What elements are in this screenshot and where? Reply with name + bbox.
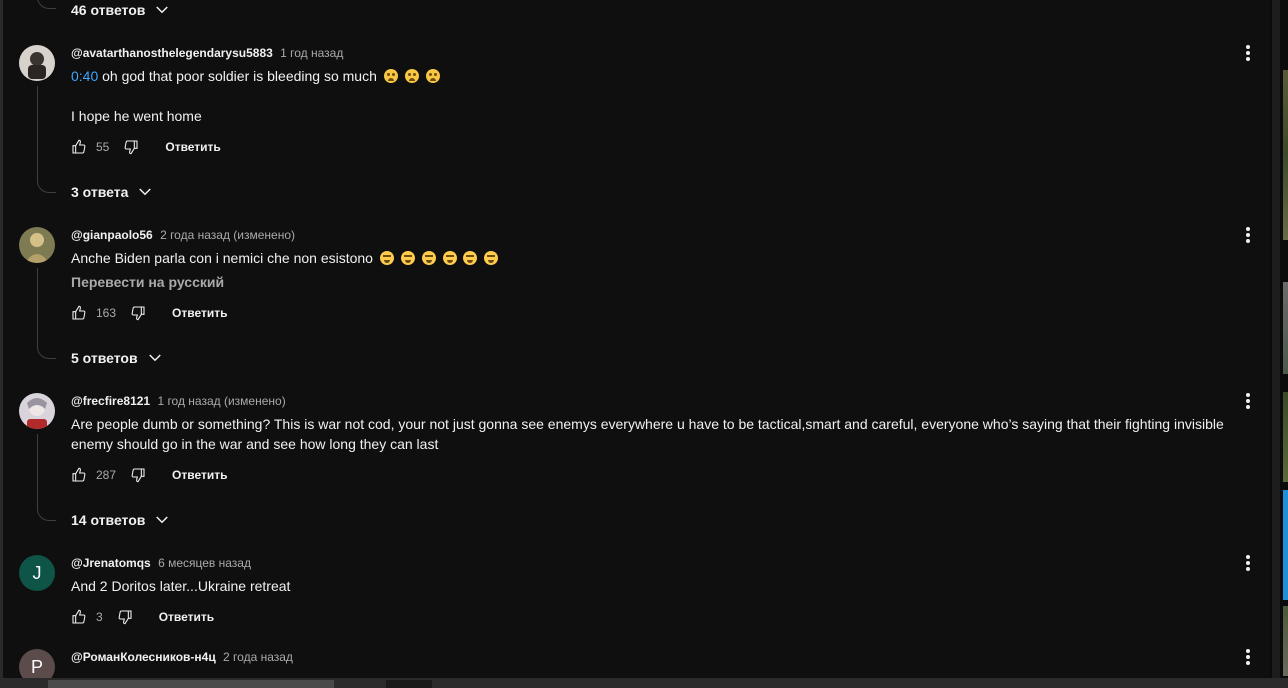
like-icon[interactable]: [71, 467, 87, 483]
replies-count-label: 14 ответов: [71, 512, 146, 528]
avatar[interactable]: [19, 227, 55, 263]
reply-button[interactable]: Ответить: [165, 140, 220, 154]
laughing-emoji-icon: [379, 251, 394, 265]
laughing-emoji-icon: [400, 251, 415, 265]
dislike-icon[interactable]: [117, 609, 133, 625]
comment-author[interactable]: @РоманКолесников-н4ц: [71, 650, 216, 664]
comment-actions: 55 Ответить: [71, 137, 221, 157]
avatar[interactable]: J: [19, 555, 55, 591]
window-frame-edge: [0, 0, 3, 688]
replies-count-label: 46 ответов: [71, 2, 146, 18]
avatar[interactable]: [19, 45, 55, 81]
comment-text-line2: I hope he went home: [71, 108, 202, 124]
like-icon[interactable]: [71, 139, 87, 155]
dislike-icon[interactable]: [123, 139, 139, 155]
reply-button[interactable]: Ответить: [159, 610, 214, 624]
avatar-image: [19, 227, 55, 263]
chevron-down-icon: [156, 6, 169, 14]
replies-count-label: 3 ответа: [71, 184, 129, 200]
avatar-letter: Р: [30, 656, 43, 677]
laughing-emoji-icon: [442, 251, 457, 265]
comment-author[interactable]: @gianpaolo56: [71, 228, 153, 242]
chevron-down-icon: [156, 516, 169, 524]
crying-emoji-icon: [425, 69, 440, 83]
thread-connector: [37, 434, 56, 521]
like-icon[interactable]: [71, 305, 87, 321]
comment-time[interactable]: 2 года назад (изменено): [160, 228, 295, 242]
reply-button[interactable]: Ответить: [172, 468, 227, 482]
comment-meta: @Jrenatomqs 6 месяцев назад: [71, 556, 251, 570]
comment-author[interactable]: @Jrenatomqs: [71, 556, 151, 570]
crying-emoji-icon: [404, 69, 419, 83]
comment-meta: @avatarthanosthelegendarysu5883 1 год на…: [71, 46, 343, 60]
replies-toggle[interactable]: 46 ответов: [71, 0, 171, 20]
comment-text: Anche Biden parla con i nemici che non e…: [71, 248, 1266, 268]
more-actions-icon[interactable]: [1238, 391, 1258, 411]
comment-author[interactable]: @frecfire8121: [71, 394, 150, 408]
vertical-scrollbar[interactable]: [1272, 0, 1280, 688]
video-thumbnail-strip[interactable]: [1283, 606, 1288, 676]
thread-connector: [37, 0, 56, 9]
comments-page: 46 ответов @avatarthanosthelegendarysu58…: [0, 0, 1288, 688]
comment-text: Are people dumb or something? This is wa…: [71, 416, 1224, 452]
comment-meta: @frecfire8121 1 год назад (изменено): [71, 394, 286, 408]
comment-text-line: oh god that poor soldier is bleeding so …: [98, 68, 377, 84]
avatar-image: [19, 393, 55, 429]
comment-actions: 3 Ответить: [71, 607, 214, 627]
comment-text: 0:40 oh god that poor soldier is bleedin…: [71, 66, 1266, 86]
comment-time[interactable]: 1 год назад: [280, 46, 343, 60]
chevron-down-icon: [148, 354, 161, 362]
like-count: 163: [96, 306, 117, 320]
like-count: 55: [96, 140, 110, 154]
laughing-emoji-icon: [463, 251, 478, 265]
video-progress-accent: [1283, 490, 1288, 600]
more-actions-icon[interactable]: [1238, 647, 1258, 667]
comment-actions: 287 Ответить: [71, 465, 227, 485]
horizontal-scrollbar-thumb[interactable]: [48, 680, 334, 688]
more-actions-icon[interactable]: [1238, 43, 1258, 63]
reply-button[interactable]: Ответить: [172, 306, 227, 320]
laughing-emoji-icon: [421, 251, 436, 265]
laughing-emoji-icon: [484, 251, 499, 265]
more-actions-icon[interactable]: [1238, 553, 1258, 573]
like-count: 287: [96, 468, 117, 482]
video-thumbnail-strip[interactable]: [1283, 282, 1288, 374]
comment-time[interactable]: 6 месяцев назад: [158, 556, 251, 570]
thread-connector: [37, 86, 56, 193]
chevron-down-icon: [139, 188, 152, 196]
like-count: 3: [96, 610, 103, 624]
crying-emoji-icon: [383, 69, 398, 83]
comment-text-line: Anche Biden parla con i nemici che non e…: [71, 250, 373, 266]
replies-count-label: 5 ответов: [71, 350, 138, 366]
more-actions-icon[interactable]: [1238, 225, 1258, 245]
dislike-icon[interactable]: [130, 305, 146, 321]
avatar-image: [19, 45, 55, 81]
avatar-letter: J: [32, 562, 42, 583]
comment-text: And 2 Doritos later...Ukraine retreat: [71, 578, 291, 594]
comment-author[interactable]: @avatarthanosthelegendarysu5883: [71, 46, 273, 60]
video-thumbnail-strip[interactable]: [1283, 70, 1288, 240]
replies-toggle[interactable]: 3 ответа: [71, 182, 154, 202]
horizontal-scrollbar-thumb[interactable]: [386, 680, 432, 688]
comment-meta: @gianpaolo56 2 года назад (изменено): [71, 228, 295, 242]
comment-time[interactable]: 2 года назад: [223, 650, 293, 664]
comment-meta: @РоманКолесников-н4ц 2 года назад: [71, 650, 293, 664]
avatar[interactable]: [19, 393, 55, 429]
replies-toggle[interactable]: 5 ответов: [71, 348, 164, 368]
comment-actions: 163 Ответить: [71, 303, 227, 323]
thread-connector: [37, 268, 56, 359]
video-thumbnail-strip[interactable]: [1283, 392, 1288, 482]
timestamp-link[interactable]: 0:40: [71, 68, 98, 84]
translate-button[interactable]: Перевести на русский: [71, 274, 224, 290]
like-icon[interactable]: [71, 609, 87, 625]
replies-toggle[interactable]: 14 ответов: [71, 510, 171, 530]
dislike-icon[interactable]: [130, 467, 146, 483]
comment-time[interactable]: 1 год назад (изменено): [157, 394, 285, 408]
